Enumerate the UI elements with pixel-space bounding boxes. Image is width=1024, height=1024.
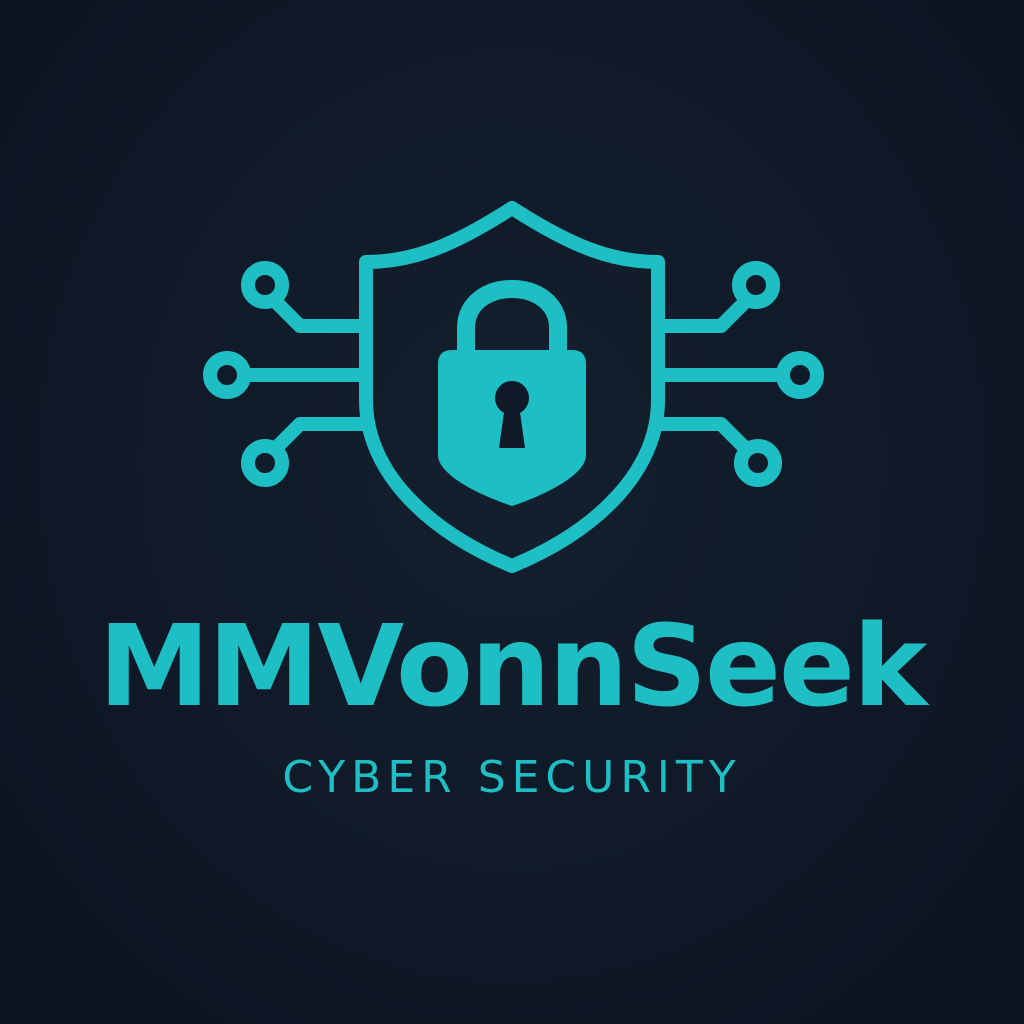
brand-name: MMVonnSeek xyxy=(98,602,928,732)
circuit-traces-right-icon xyxy=(651,261,824,487)
padlock-shackle-icon xyxy=(457,280,567,359)
logo-page: { "brand": { "name": "MMVonnSeek", "tagl… xyxy=(0,0,1024,1024)
logo-emblem xyxy=(203,201,824,573)
circuit-traces-left-icon xyxy=(203,261,373,487)
brand-tagline: CYBER SECURITY xyxy=(282,752,742,803)
